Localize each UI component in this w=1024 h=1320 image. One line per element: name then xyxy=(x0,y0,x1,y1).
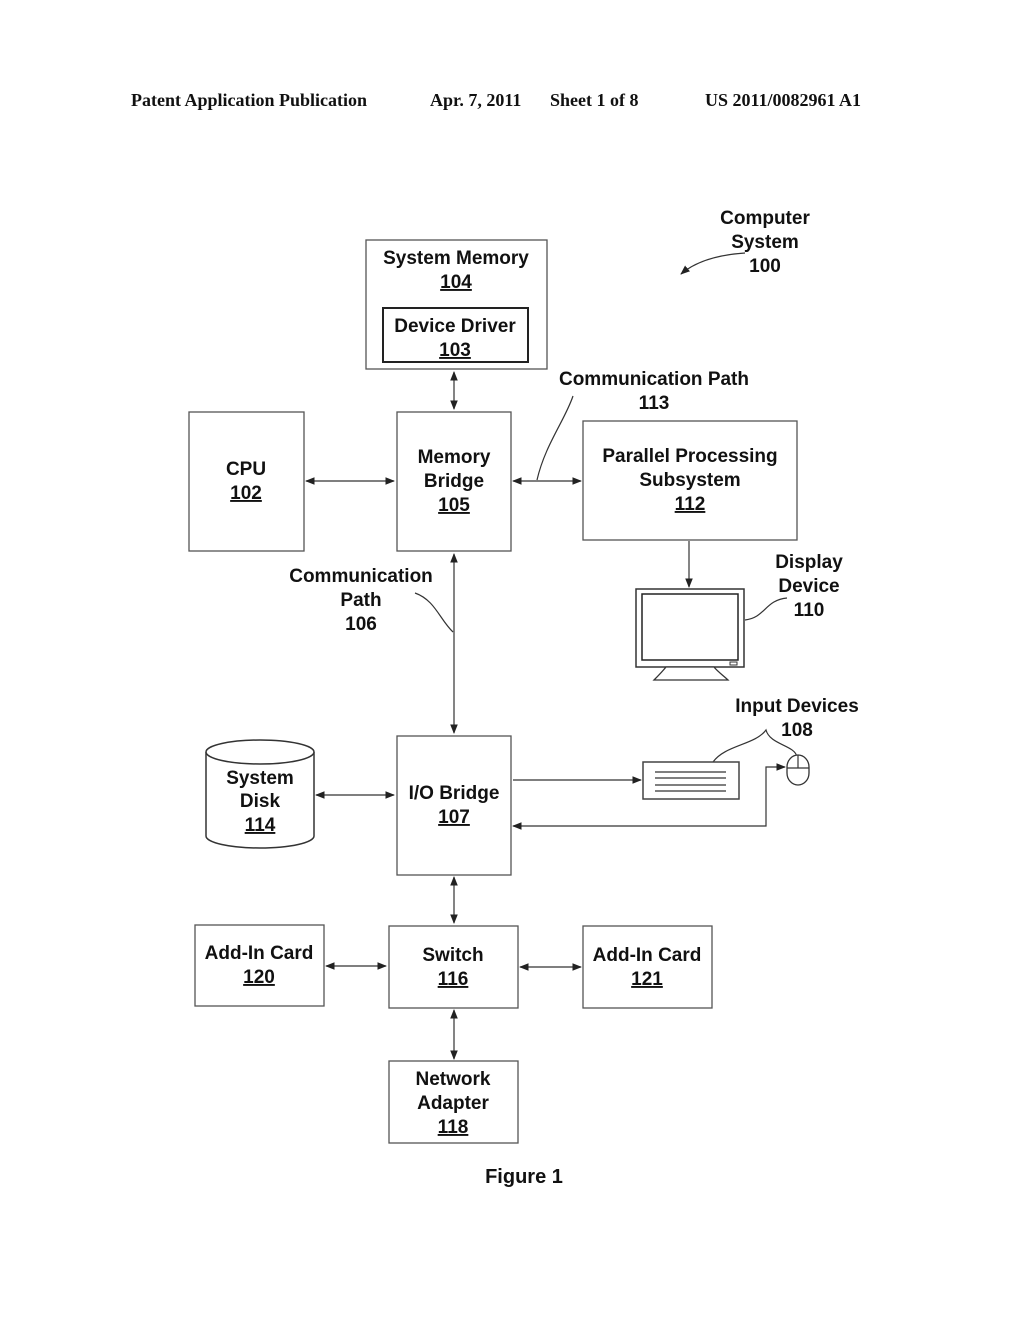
network-adapter-ref: 118 xyxy=(438,1117,469,1138)
cpu-block: CPU 102 xyxy=(188,411,305,552)
display-device-leader xyxy=(744,597,788,621)
comm-path-113-label: Communication Path xyxy=(559,369,749,390)
comm-path-106-label-2: Path xyxy=(340,590,381,611)
pps-ref: 112 xyxy=(675,494,706,515)
io-bridge-block: I/O Bridge 107 xyxy=(396,735,512,876)
system-memory-title: System Memory xyxy=(383,248,529,269)
device-driver-title: Device Driver xyxy=(394,316,516,337)
device-driver-ref: 103 xyxy=(439,340,471,361)
pps-title-2: Subsystem xyxy=(639,470,740,491)
device-driver-block: Device Driver 103 xyxy=(382,307,529,363)
add-in-card-120-title: Add-In Card xyxy=(205,943,314,964)
system-disk-title: System xyxy=(226,768,294,789)
memory-bridge-title: Memory xyxy=(418,447,491,468)
parallel-processing-subsystem-block: Parallel Processing Subsystem 112 xyxy=(582,420,798,541)
io-bridge-ref: 107 xyxy=(438,807,470,828)
comm-path-113-ref: 113 xyxy=(639,393,670,414)
cpu-ref: 102 xyxy=(230,483,262,504)
system-pointer-arrow xyxy=(680,252,746,275)
io-bridge-title: I/O Bridge xyxy=(409,783,500,804)
comm-path-106-leader xyxy=(414,592,454,633)
network-adapter-title-2: Adapter xyxy=(417,1093,489,1114)
network-adapter-block: Network Adapter 118 xyxy=(388,1060,519,1144)
network-adapter-title: Network xyxy=(416,1069,491,1090)
display-device-label-2: Device xyxy=(778,576,839,597)
computer-system-label-2: System xyxy=(731,232,799,253)
switch-block: Switch 116 xyxy=(388,925,519,1009)
add-in-card-121-block: Add-In Card 121 xyxy=(582,925,713,1009)
switch-ref: 116 xyxy=(438,969,469,990)
monitor-icon xyxy=(635,588,745,681)
cpu-title: CPU xyxy=(226,459,266,480)
add-in-card-121-title: Add-In Card xyxy=(593,945,702,966)
display-device-label: Display xyxy=(775,552,843,573)
comm-path-106-label: Communication xyxy=(289,566,433,587)
system-disk-ref: 114 xyxy=(245,815,276,836)
computer-system-label: Computer xyxy=(720,208,810,229)
keyboard-icon xyxy=(642,761,740,800)
memory-bridge-block: Memory Bridge 105 xyxy=(396,411,512,552)
memory-bridge-ref: 105 xyxy=(438,495,470,516)
add-in-card-121-ref: 121 xyxy=(631,969,663,990)
comm-path-113-leader xyxy=(536,395,574,481)
pps-title: Parallel Processing xyxy=(602,446,777,467)
figure-caption: Figure 1 xyxy=(485,1166,563,1188)
switch-title: Switch xyxy=(422,945,483,966)
memory-bridge-title-2: Bridge xyxy=(424,471,484,492)
mouse-icon xyxy=(786,754,810,786)
input-devices-ref: 108 xyxy=(781,720,813,741)
computer-system-ref: 100 xyxy=(749,256,781,277)
system-disk-title-2: Disk xyxy=(240,791,281,812)
add-in-card-120-ref: 120 xyxy=(243,967,275,988)
display-device-ref: 110 xyxy=(794,600,825,621)
system-memory-ref: 104 xyxy=(440,272,472,293)
comm-path-106-ref: 106 xyxy=(345,614,377,635)
system-block-diagram: Computer System 100 System Memory 104 De… xyxy=(188,208,859,1188)
input-devices-label: Input Devices xyxy=(735,696,859,717)
add-in-card-120-block: Add-In Card 120 xyxy=(194,924,325,1007)
system-memory-block: System Memory 104 Device Driver 103 xyxy=(365,239,548,370)
